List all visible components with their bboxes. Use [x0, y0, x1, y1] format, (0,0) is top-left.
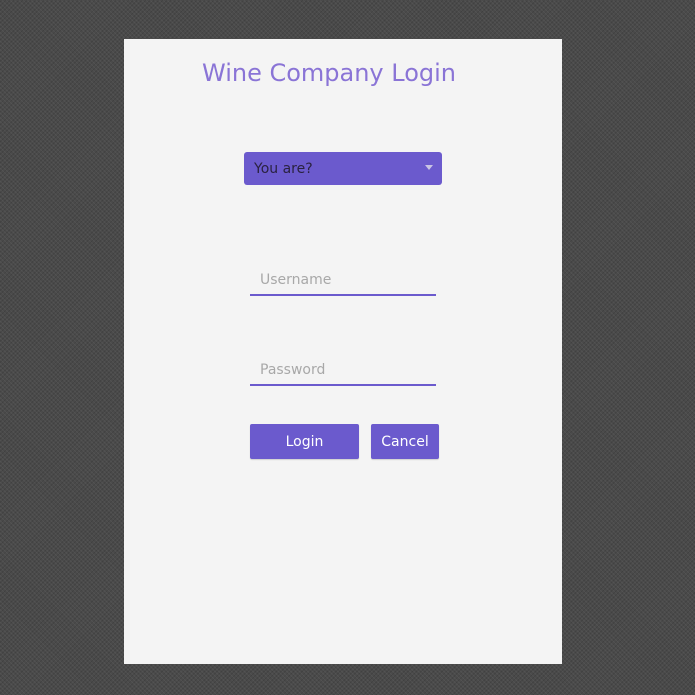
role-select[interactable]: You are?	[244, 152, 442, 185]
login-button[interactable]: Login	[250, 424, 359, 459]
cancel-button[interactable]: Cancel	[371, 424, 439, 459]
password-field-wrapper	[250, 356, 436, 386]
username-field-wrapper	[250, 266, 436, 296]
login-panel: Wine Company Login You are? Login Cancel	[124, 39, 562, 664]
chevron-down-icon	[425, 165, 433, 170]
password-input[interactable]	[250, 356, 436, 384]
page-title: Wine Company Login	[201, 59, 457, 87]
role-select-value: You are?	[254, 160, 313, 177]
username-input[interactable]	[250, 266, 436, 294]
